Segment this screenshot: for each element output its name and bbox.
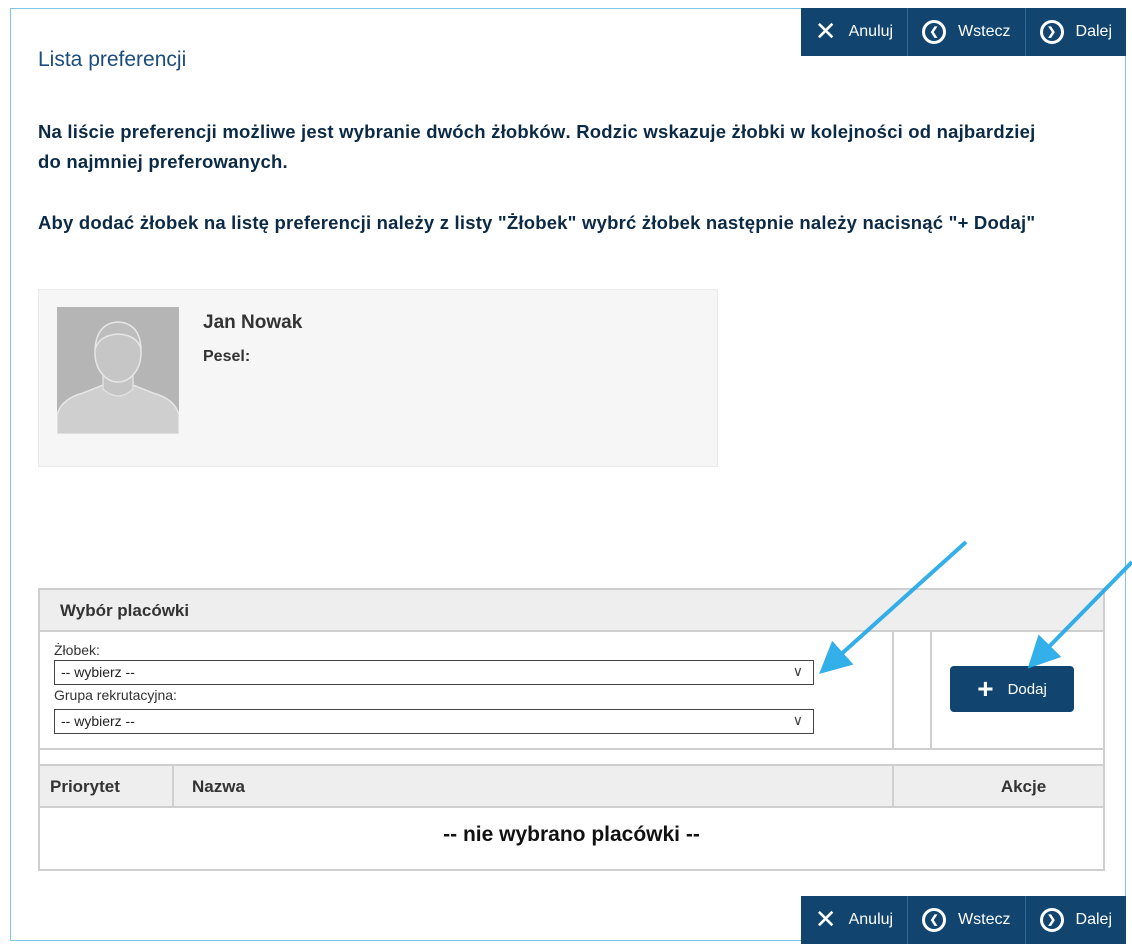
info-text: " [1026, 212, 1036, 233]
back-label: Wstecz [958, 23, 1011, 40]
add-button[interactable]: + Dodaj [950, 666, 1074, 712]
info-highlight: dwóch żłobków [426, 121, 566, 142]
info-text: Na liście preferencji możliwe jest wybra… [38, 121, 427, 142]
top-nav-bar: ✕ Anuluj ❮ Wstecz ❯ Dalej [800, 8, 1126, 56]
cancel-button[interactable]: ✕ Anuluj [800, 8, 908, 56]
back-label: Wstecz [958, 911, 1011, 928]
empty-state: -- nie wybrano placówki -- [443, 823, 700, 846]
person-silhouette-icon [57, 307, 179, 434]
nursery-select[interactable]: -- wybierz -- ∨ [54, 660, 814, 685]
chevron-down-icon: ∨ [792, 663, 803, 679]
cancel-button[interactable]: ✕ Anuluj [800, 896, 908, 944]
bottom-nav-bar: ✕ Anuluj ❮ Wstecz ❯ Dalej [800, 896, 1126, 944]
arrow-left-circle-icon: ❮ [922, 908, 947, 932]
info-text: Aby dodać żłobek na listę preferencji na… [38, 212, 958, 233]
cancel-label: Anuluj [848, 911, 894, 928]
x-icon: ✕ [814, 905, 837, 935]
group-select[interactable]: -- wybierz -- ∨ [54, 709, 814, 734]
info-highlight: + Dodaj [957, 212, 1027, 233]
arrow-right-circle-icon: ❯ [1039, 908, 1064, 932]
pesel-label: Pesel: [203, 348, 251, 365]
panel-title: Wybór placówki [40, 590, 1103, 632]
spacer-column [894, 632, 932, 748]
info-paragraph-2: Aby dodać żłobek na listę preferencji na… [38, 208, 1038, 238]
add-label: Dodaj [1007, 680, 1047, 698]
child-name: Jan Nowak [203, 312, 303, 333]
next-button[interactable]: ❯ Dalej [1024, 8, 1126, 56]
page-title: Lista preferencji [38, 48, 187, 71]
group-label: Grupa rekrutacyjna: [54, 687, 177, 703]
selection-panel: Wybór placówki Żłobek: -- wybierz -- ∨ G… [38, 588, 1105, 871]
arrow-right-circle-icon: ❯ [1039, 20, 1064, 44]
x-icon: ✕ [814, 17, 837, 47]
info-paragraph-1: Na liście preferencji możliwe jest wybra… [38, 117, 1038, 177]
nursery-label: Żłobek: [54, 642, 100, 658]
chevron-down-icon: ∨ [792, 712, 803, 728]
column-header-actions: Akcje [1000, 777, 1047, 796]
column-header-priority: Priorytet [40, 766, 174, 806]
panel-spacer [40, 750, 1103, 766]
cancel-label: Anuluj [848, 23, 894, 40]
avatar [57, 307, 179, 434]
column-header-name: Nazwa [174, 766, 894, 806]
nursery-select-value: -- wybierz -- [61, 664, 135, 680]
next-label: Dalej [1075, 23, 1112, 40]
back-button[interactable]: ❮ Wstecz [907, 896, 1025, 944]
arrow-left-circle-icon: ❮ [922, 20, 947, 44]
child-card: Jan Nowak Pesel: [38, 289, 718, 467]
next-label: Dalej [1075, 911, 1112, 928]
selection-fields: Żłobek: -- wybierz -- ∨ Grupa rekrutacyj… [40, 632, 894, 748]
next-button[interactable]: ❯ Dalej [1024, 896, 1126, 944]
back-button[interactable]: ❮ Wstecz [907, 8, 1025, 56]
group-select-value: -- wybierz -- [61, 713, 135, 729]
selection-row: Żłobek: -- wybierz -- ∨ Grupa rekrutacyj… [40, 632, 1103, 750]
plus-icon: + [977, 673, 994, 704]
button-column: + Dodaj [932, 632, 1103, 748]
table-header: Priorytet Nazwa Akcje [40, 766, 1103, 808]
